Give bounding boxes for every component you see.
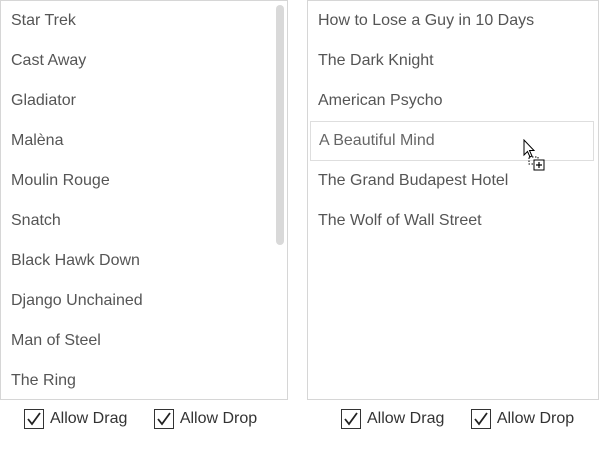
list-item[interactable]: Gladiator xyxy=(1,81,287,121)
right-list[interactable]: How to Lose a Guy in 10 Days The Dark Kn… xyxy=(308,1,598,399)
right-allow-drag-label: Allow Drag xyxy=(367,410,445,427)
list-item[interactable]: Moulin Rouge xyxy=(1,161,287,201)
list-item[interactable]: The Wolf of Wall Street xyxy=(308,201,598,241)
list-item[interactable]: The Grand Budapest Hotel xyxy=(308,161,598,201)
left-list-scrollbar[interactable] xyxy=(273,1,287,399)
left-list-panel[interactable]: Star Trek Cast Away Gladiator Malèna Mou… xyxy=(0,0,288,400)
list-item[interactable]: Cast Away xyxy=(1,41,287,81)
list-item[interactable]: The Dark Knight xyxy=(308,41,598,81)
list-item[interactable]: Malèna xyxy=(1,121,287,161)
right-allow-drop-label: Allow Drop xyxy=(496,410,575,427)
left-allow-drag-label: Allow Drag xyxy=(50,410,128,427)
list-item[interactable]: Black Hawk Down xyxy=(1,241,287,281)
right-list-panel[interactable]: How to Lose a Guy in 10 Days The Dark Kn… xyxy=(307,0,599,400)
left-list[interactable]: Star Trek Cast Away Gladiator Malèna Mou… xyxy=(1,1,287,399)
drag-copy-cursor-icon xyxy=(523,139,545,171)
left-allow-drop-label: Allow Drop xyxy=(179,410,258,427)
left-allow-drop-option[interactable]: Allow Drop xyxy=(153,409,258,429)
list-item[interactable]: Man of Steel xyxy=(1,321,287,361)
checkmark-icon xyxy=(474,412,488,426)
list-item[interactable]: The Ring xyxy=(1,361,287,399)
list-item[interactable]: Django Unchained xyxy=(1,281,287,321)
left-list-options: Allow Drag Allow Drop xyxy=(24,409,279,437)
right-allow-drop-option[interactable]: Allow Drop xyxy=(470,409,575,429)
list-item-drop-target[interactable]: A Beautiful Mind xyxy=(310,121,594,161)
list-item[interactable]: How to Lose a Guy in 10 Days xyxy=(308,1,598,41)
checkmark-icon xyxy=(27,412,41,426)
left-allow-drop-checkbox[interactable] xyxy=(153,409,174,429)
right-list-options: Allow Drag Allow Drop xyxy=(341,409,596,437)
left-allow-drag-option[interactable]: Allow Drag xyxy=(24,409,127,429)
checkmark-icon xyxy=(157,412,171,426)
list-item[interactable]: Star Trek xyxy=(1,1,287,41)
list-item[interactable]: American Psycho xyxy=(308,81,598,121)
right-allow-drop-checkbox[interactable] xyxy=(470,409,491,429)
list-item[interactable]: Snatch xyxy=(1,201,287,241)
checkmark-icon xyxy=(344,412,358,426)
left-allow-drag-checkbox[interactable] xyxy=(24,409,44,429)
right-allow-drag-checkbox[interactable] xyxy=(341,409,361,429)
scrollbar-thumb[interactable] xyxy=(276,5,284,245)
right-allow-drag-option[interactable]: Allow Drag xyxy=(341,409,444,429)
